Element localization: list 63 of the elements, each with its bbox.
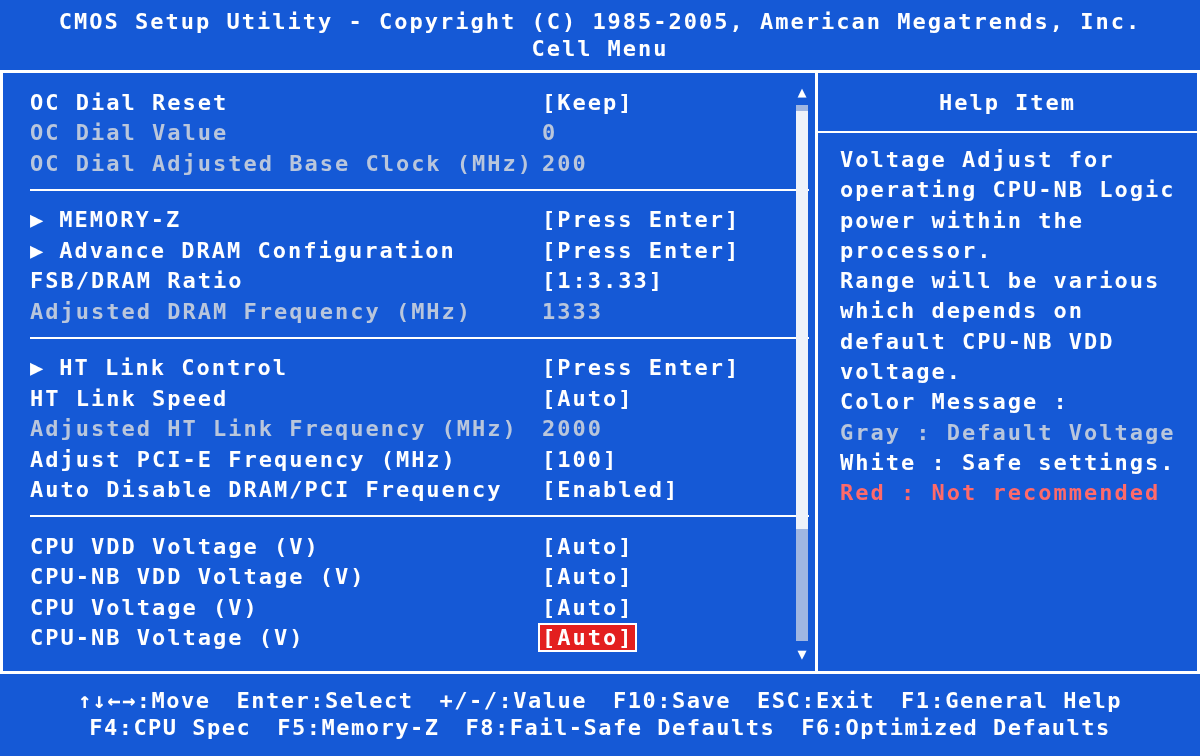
- setting-value[interactable]: [Auto]: [540, 385, 636, 411]
- submenu-arrow: ▶: [30, 237, 46, 263]
- setting-label[interactable]: Adjust PCI-E Frequency (MHz): [30, 446, 457, 472]
- help-text: power within the: [840, 207, 1085, 235]
- setting-value[interactable]: [Keep]: [540, 89, 636, 115]
- setting-value: 2000: [541, 416, 604, 442]
- help-text: Gray : Default Voltage: [840, 419, 1177, 447]
- setting-label[interactable]: CPU-NB VDD Voltage (V): [30, 564, 366, 590]
- key-hint: ESC:Exit: [756, 688, 875, 713]
- help-text: Range will be various: [840, 268, 1162, 296]
- setting-label[interactable]: Advance DRAM Configuration: [59, 237, 456, 263]
- key-hint: F4:CPU Spec: [89, 715, 252, 740]
- scrollbar-thumb[interactable]: [796, 111, 808, 530]
- scroll-up-arrow[interactable]: ▲: [797, 83, 807, 101]
- setting-label[interactable]: Auto Disable DRAM/PCI Frequency: [30, 477, 503, 503]
- setting-label[interactable]: CPU VDD Voltage (V): [30, 533, 320, 559]
- menu-title: Cell Menu: [531, 36, 669, 61]
- window-title: CMOS Setup Utility - Copyright (C) 1985-2005, American Megatrends, Inc.: [58, 9, 1142, 34]
- key-hint: ↑↓←→:Move: [77, 688, 211, 713]
- help-text: Voltage Adjust for: [840, 147, 1116, 174]
- help-text: operating CPU-NB Logic: [840, 177, 1177, 205]
- help-title: Help Item: [938, 89, 1077, 115]
- setting-label[interactable]: FSB/DRAM Ratio: [30, 268, 244, 294]
- setting-label: Adjusted DRAM Frequency (MHz): [30, 298, 473, 324]
- setting-label[interactable]: MEMORY-Z: [59, 207, 182, 233]
- key-hint: Enter:Select: [236, 688, 414, 713]
- scroll-down-arrow[interactable]: ▼: [797, 645, 807, 663]
- setting-value[interactable]: [Auto]: [540, 564, 636, 590]
- help-text: default CPU-NB VDD: [840, 328, 1116, 356]
- setting-value: 200: [541, 150, 589, 176]
- setting-value[interactable]: [Press Enter]: [540, 207, 743, 233]
- setting-label[interactable]: CPU Voltage (V): [30, 594, 259, 620]
- setting-label: Adjusted HT Link Frequency (MHz): [30, 416, 518, 442]
- setting-label[interactable]: HT Link Speed: [30, 385, 229, 411]
- key-hint: F6:Optimized Defaults: [801, 715, 1111, 740]
- setting-value[interactable]: [Auto]: [540, 594, 636, 620]
- key-hint: F8:Fail-Safe Defaults: [465, 715, 776, 740]
- key-hint: F10:Save: [613, 688, 731, 713]
- help-text: White : Safe settings.: [840, 449, 1177, 477]
- setting-value[interactable]: [Enabled]: [540, 477, 682, 503]
- help-text: which depends on: [840, 298, 1085, 326]
- submenu-arrow: ▶: [30, 207, 46, 233]
- key-hint: +/-/:Value: [439, 688, 587, 713]
- help-text: Color Message :: [840, 389, 1070, 417]
- setting-label[interactable]: CPU-NB Voltage (V): [30, 625, 305, 651]
- setting-value: 1333: [541, 298, 604, 324]
- key-hint: F1:General Help: [900, 688, 1123, 713]
- setting-value[interactable]: [1:3.33]: [540, 268, 666, 294]
- help-text: Red : Not recommended: [840, 480, 1162, 508]
- setting-value[interactable]: [Press Enter]: [540, 355, 743, 381]
- setting-value[interactable]: [Press Enter]: [540, 237, 743, 263]
- help-text: voltage.: [840, 359, 963, 387]
- submenu-arrow: ▶: [30, 355, 46, 381]
- setting-value: 0: [541, 120, 559, 146]
- help-text: processor.: [840, 237, 994, 265]
- key-hint: F5:Memory-Z: [277, 715, 440, 740]
- setting-label: OC Dial Adjusted Base Clock (MHz): [30, 150, 534, 176]
- setting-label[interactable]: OC Dial Reset: [30, 89, 229, 115]
- setting-value[interactable]: [Auto]: [540, 533, 636, 559]
- setting-label: OC Dial Value: [30, 120, 229, 146]
- setting-label[interactable]: HT Link Control: [59, 355, 288, 381]
- setting-value[interactable]: [100]: [540, 446, 621, 472]
- setting-value[interactable]: [Auto]: [540, 625, 636, 651]
